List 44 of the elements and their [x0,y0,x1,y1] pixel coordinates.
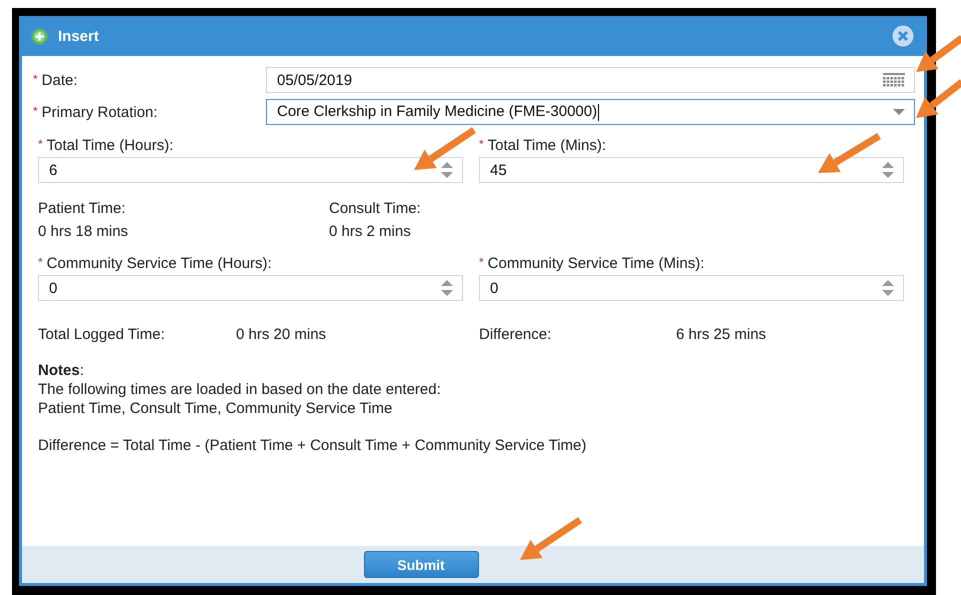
spinner-icon[interactable] [441,162,453,178]
calendar-icon[interactable] [883,73,905,87]
field-label: Date: [42,72,78,88]
spinner-icon[interactable] [882,280,894,296]
field-label: Total Time (Mins): [488,137,606,154]
required-mark: * [33,72,38,86]
time-label: Consult Time: [329,200,422,217]
formula-text: Difference = Total Time - (Patient Time + Consult Time + Community Service Time) [38,436,588,455]
summary-label: Total Logged Time: [38,326,166,343]
required-mark: * [479,137,484,151]
notes-text: Patient Time, Consult Time, Community Service Time [38,399,394,418]
annotation-arrow [520,517,582,560]
required-mark: * [38,137,43,151]
summary-value: 0 hrs 20 mins [236,326,328,343]
required-mark: * [38,255,43,269]
spinner-icon[interactable] [441,280,453,296]
required-mark: * [33,104,38,118]
summary-value: 6 hrs 25 mins [676,326,768,343]
date-field[interactable]: 05/05/2019 [266,67,915,93]
time-value: 0 hrs 18 mins [38,223,130,240]
time-label: Patient Time: [38,200,127,217]
time-value: 0 hrs 2 mins [329,223,412,240]
required-mark: * [479,255,484,269]
notes-heading: Notes: [38,361,85,380]
field-label: Community Service Time (Hours): [46,255,272,272]
annotation-arrow [916,79,961,118]
number-field[interactable]: 6 [38,157,463,183]
annotation-arrow [414,127,476,170]
annotation-arrow [818,133,881,173]
number-field[interactable]: 0 [479,275,904,301]
field-label: Community Service Time (Mins): [488,255,704,272]
number-field[interactable]: 45 [479,157,904,183]
dropdown-caret-icon[interactable] [893,109,905,115]
dropdown-field[interactable]: Core Clerkship in Family Medicine (FME-30000) [266,99,915,125]
summary-label: Difference: [479,326,552,343]
field-label: Total Time (Hours): [46,137,174,154]
spinner-icon[interactable] [882,162,894,178]
add-icon [31,28,48,44]
field-label: Primary Rotation: [42,104,158,120]
annotation-arrow [916,35,961,72]
notes-text: The following times are loaded in based on the date entered: [38,380,442,399]
number-field[interactable]: 0 [38,275,463,301]
close-icon[interactable] [892,25,914,47]
dialog-title: Insert [58,28,100,44]
